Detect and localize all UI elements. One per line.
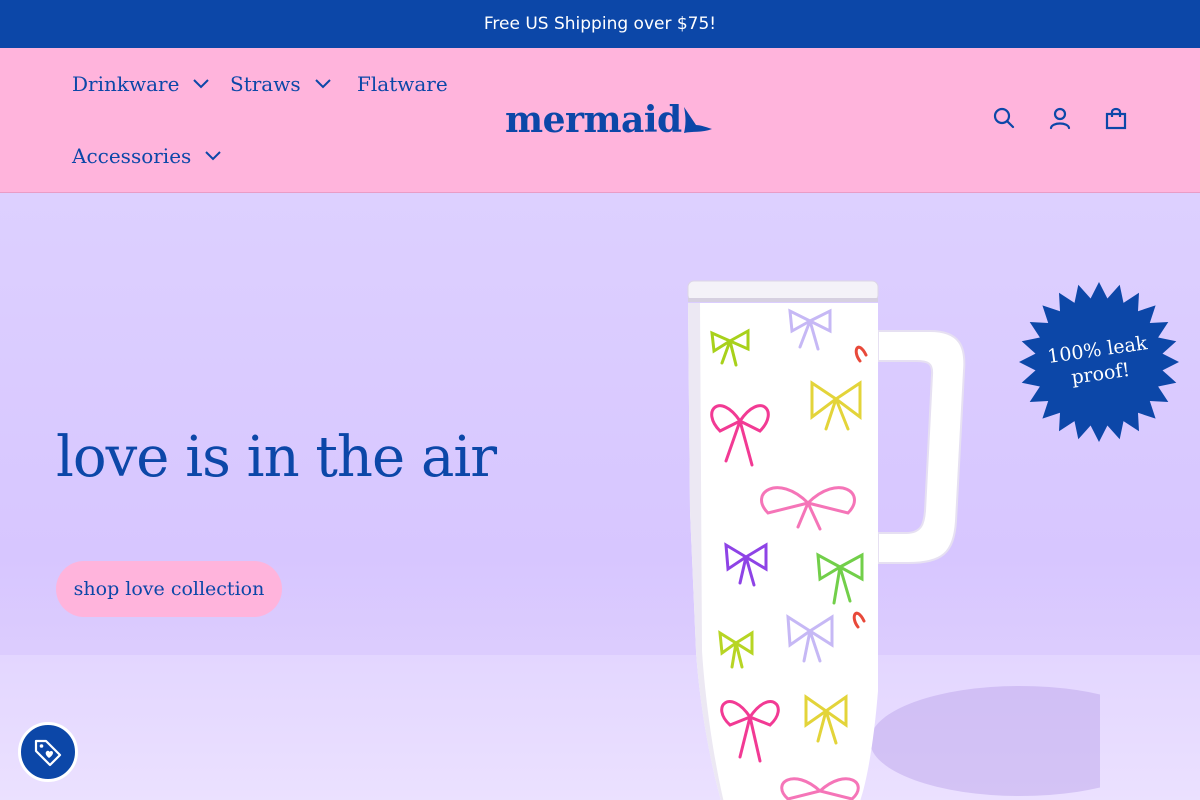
nav-item-label: Straws — [230, 72, 301, 96]
nav-item-label: Accessories — [72, 144, 192, 168]
logo-text: mermaid — [505, 99, 682, 141]
cart-icon[interactable] — [1104, 106, 1128, 130]
mermaid-tail-icon — [683, 107, 712, 133]
site-header: Drinkware Straws Flatware Accessories me… — [0, 48, 1200, 193]
announcement-bar: Free US Shipping over $75! — [0, 0, 1200, 48]
shop-love-collection-button[interactable]: shop love collection — [56, 561, 282, 617]
search-icon[interactable] — [992, 106, 1016, 130]
tag-heart-icon — [34, 739, 62, 767]
chevron-down-icon — [314, 79, 331, 89]
nav-item-drinkware[interactable]: Drinkware — [72, 72, 210, 96]
hero-title: love is in the air — [56, 425, 497, 490]
announcement-text: Free US Shipping over $75! — [483, 14, 717, 34]
account-icon[interactable] — [1048, 106, 1072, 130]
nav-item-label: Flatware — [357, 72, 448, 96]
site-logo[interactable]: mermaid — [505, 98, 714, 142]
nav-item-label: Drinkware — [72, 72, 180, 96]
chevron-down-icon — [193, 79, 210, 89]
nav-item-flatware[interactable]: Flatware — [357, 72, 448, 96]
rewards-button[interactable] — [18, 722, 78, 782]
nav-item-straws[interactable]: Straws — [230, 72, 331, 96]
nav-item-accessories[interactable]: Accessories — [72, 144, 222, 168]
chevron-down-icon — [205, 151, 222, 161]
hero-banner: love is in the air shop love collection — [0, 193, 1200, 800]
